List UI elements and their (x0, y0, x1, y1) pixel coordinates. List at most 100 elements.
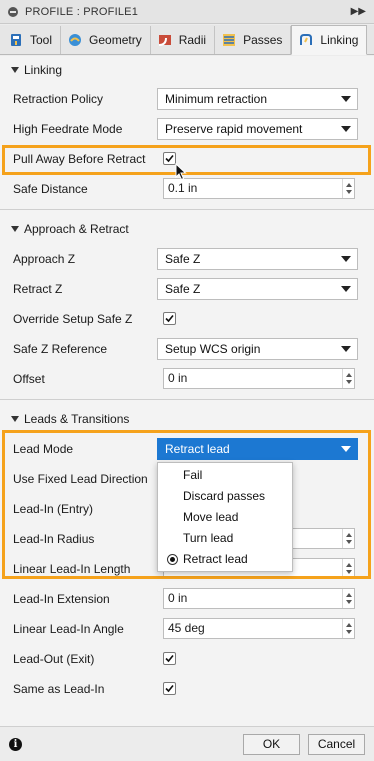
lead-mode-dropdown-menu: Fail Discard passes Move lead Turn lead … (157, 462, 293, 572)
spinner-arrows[interactable] (342, 589, 354, 608)
section-leads-transitions-header[interactable]: Leads & Transitions (0, 405, 374, 433)
dropdown-option-move-lead[interactable]: Move lead (158, 507, 292, 528)
lead-in-extension-field[interactable]: 0 in (163, 588, 355, 609)
chevron-down-icon (341, 346, 351, 352)
offset-field[interactable]: 0 in (163, 368, 355, 389)
spinner-arrows[interactable] (342, 179, 354, 198)
same-as-lead-in-label: Same as Lead-In (13, 682, 105, 696)
section-linking-header[interactable]: Linking (0, 56, 374, 84)
info-icon[interactable]: i (9, 738, 22, 751)
dropdown-option-turn-lead[interactable]: Turn lead (158, 528, 292, 549)
linear-lead-in-angle-label: Linear Lead-In Angle (13, 622, 124, 636)
retraction-policy-select[interactable]: Minimum retraction (157, 88, 358, 110)
chevron-down-icon (341, 126, 351, 132)
field-value: 45 deg (168, 621, 205, 635)
checkmark-icon (165, 684, 174, 693)
field-value: 0 in (168, 371, 188, 385)
down-arrow-icon[interactable] (346, 630, 352, 634)
ok-button[interactable]: OK (243, 734, 300, 755)
section-title: Leads & Transitions (24, 412, 130, 426)
chevron-down-icon (341, 96, 351, 102)
same-as-lead-in-checkbox[interactable] (163, 682, 176, 695)
tab-bar: Tool Geometry Radii Passes Linking (0, 25, 374, 55)
window-title-bar: PROFILE : PROFILE1 ▶▶ (0, 0, 374, 24)
linear-lead-in-angle-field[interactable]: 45 deg (163, 618, 355, 639)
down-arrow-icon[interactable] (346, 380, 352, 384)
offset-label: Offset (13, 372, 45, 386)
option-label: Fail (183, 468, 203, 482)
up-arrow-icon[interactable] (346, 373, 352, 377)
field-value: 0.1 in (168, 181, 198, 195)
window-title: PROFILE : PROFILE1 (25, 5, 139, 18)
tab-radii[interactable]: Radii (151, 26, 216, 54)
double-chevron-right-icon[interactable]: ▶▶ (351, 6, 366, 17)
chevron-down-icon (341, 286, 351, 292)
spinner-arrows[interactable] (342, 619, 354, 638)
safe-distance-field[interactable]: 0.1 in (163, 178, 355, 199)
high-feedrate-mode-label: High Feedrate Mode (13, 122, 123, 136)
approach-z-row: Approach Z Safe Z (0, 244, 374, 274)
passes-icon (223, 34, 236, 46)
override-safe-z-row: Override Setup Safe Z (0, 304, 374, 334)
retract-z-label: Retract Z (13, 282, 63, 296)
select-value: Safe Z (165, 282, 201, 296)
high-feedrate-mode-select[interactable]: Preserve rapid movement (157, 118, 358, 140)
linear-lead-in-angle-row: Linear Lead-In Angle 45 deg (0, 614, 374, 644)
tab-linking[interactable]: Linking (291, 25, 368, 55)
checkmark-icon (165, 314, 174, 323)
select-value: Minimum retraction (165, 92, 268, 106)
down-arrow-icon[interactable] (346, 190, 352, 194)
section-approach-retract-header[interactable]: Approach & Retract (0, 215, 374, 243)
collapse-triangle-icon (11, 226, 19, 232)
safe-z-reference-label: Safe Z Reference (13, 342, 108, 356)
linking-icon (300, 34, 313, 45)
same-as-lead-in-row: Same as Lead-In (0, 674, 374, 704)
up-arrow-icon[interactable] (346, 623, 352, 627)
section-divider (0, 399, 374, 400)
option-label: Move lead (183, 510, 239, 524)
section-title: Approach & Retract (24, 222, 129, 236)
approach-z-select[interactable]: Safe Z (157, 248, 358, 270)
high-feedrate-mode-row: High Feedrate Mode Preserve rapid moveme… (0, 114, 374, 144)
tool-icon (11, 34, 21, 46)
tab-passes[interactable]: Passes (215, 26, 292, 54)
tab-tool[interactable]: Tool (2, 26, 62, 54)
cancel-button[interactable]: Cancel (308, 734, 365, 755)
select-value: Safe Z (165, 252, 201, 266)
tab-linking-label: Linking (320, 33, 359, 47)
dropdown-option-fail[interactable]: Fail (158, 465, 292, 486)
retraction-policy-label: Retraction Policy (13, 92, 104, 106)
override-safe-z-label: Override Setup Safe Z (13, 312, 133, 326)
tab-radii-label: Radii (178, 33, 207, 47)
mouse-cursor-icon (175, 163, 187, 181)
window-menu-icon[interactable] (8, 6, 18, 17)
tab-geometry-label: Geometry (89, 33, 142, 47)
safe-z-reference-row: Safe Z Reference Setup WCS origin (0, 334, 374, 364)
tab-passes-label: Passes (243, 33, 283, 47)
lead-out-exit-checkbox[interactable] (163, 652, 176, 665)
up-arrow-icon[interactable] (346, 593, 352, 597)
lead-in-extension-row: Lead-In Extension 0 in (0, 584, 374, 614)
section-divider (0, 209, 374, 210)
geometry-icon (69, 34, 82, 46)
select-value: Preserve rapid movement (165, 122, 303, 136)
approach-z-label: Approach Z (13, 252, 76, 266)
collapse-triangle-icon (11, 416, 19, 422)
retract-z-row: Retract Z Safe Z (0, 274, 374, 304)
override-safe-z-checkbox[interactable] (163, 312, 176, 325)
radii-icon (158, 35, 171, 46)
option-label: Discard passes (183, 489, 266, 503)
tab-geometry[interactable]: Geometry (61, 26, 151, 54)
lead-out-exit-row: Lead-Out (Exit) (0, 644, 374, 674)
field-value: 0 in (168, 591, 188, 605)
down-arrow-icon[interactable] (346, 600, 352, 604)
retraction-policy-row: Retraction Policy Minimum retraction (0, 84, 374, 114)
dropdown-option-discard-passes[interactable]: Discard passes (158, 486, 292, 507)
chevron-down-icon (341, 256, 351, 262)
up-arrow-icon[interactable] (346, 183, 352, 187)
safe-distance-row: Safe Distance 0.1 in (0, 174, 374, 204)
spinner-arrows[interactable] (342, 369, 354, 388)
dropdown-option-retract-lead[interactable]: Retract lead (158, 549, 292, 570)
retract-z-select[interactable]: Safe Z (157, 278, 358, 300)
safe-z-reference-select[interactable]: Setup WCS origin (157, 338, 358, 360)
